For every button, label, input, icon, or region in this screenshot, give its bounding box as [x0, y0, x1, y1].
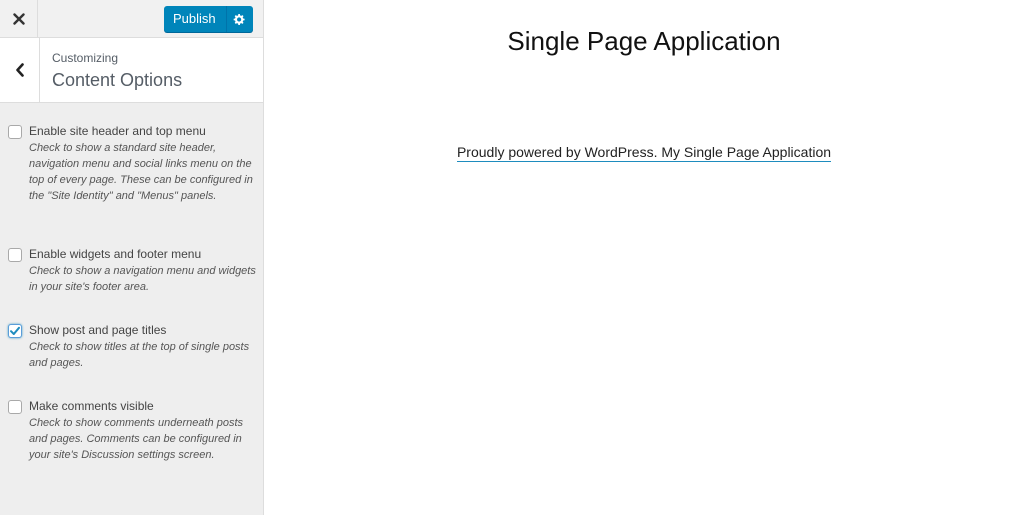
option-comments-visible: Make comments visible Check to show comm… [8, 399, 258, 463]
option-label[interactable]: Make comments visible [29, 399, 258, 414]
close-customizer-button[interactable] [0, 0, 38, 37]
section-header: Customizing Content Options [0, 38, 263, 103]
option-label[interactable]: Enable site header and top menu [29, 124, 258, 139]
option-widgets-footer: Enable widgets and footer menu Check to … [8, 247, 258, 295]
chevron-left-icon [15, 63, 24, 77]
option-description: Check to show a navigation menu and widg… [29, 265, 256, 293]
powered-by-link[interactable]: Proudly powered by WordPress. My Single … [456, 144, 832, 162]
comments-visible-checkbox[interactable] [8, 400, 22, 414]
option-site-header: Enable site header and top menu Check to… [8, 124, 258, 204]
checkmark-icon [10, 326, 20, 335]
customizer-sidebar: Publish Customizing Content Options Enab… [0, 0, 264, 515]
option-label[interactable]: Enable widgets and footer menu [29, 247, 258, 262]
publish-button[interactable]: Publish [164, 6, 227, 32]
option-description: Check to show a standard site header, na… [29, 142, 253, 202]
post-titles-checkbox[interactable] [8, 324, 22, 338]
option-description: Check to show titles at the top of singl… [29, 341, 250, 369]
site-preview: Single Page Application Proudly powered … [264, 0, 1024, 515]
option-label[interactable]: Show post and page titles [29, 323, 258, 338]
publish-settings-button[interactable] [227, 6, 253, 32]
gear-icon [233, 13, 245, 25]
back-button[interactable] [0, 38, 40, 102]
customizing-label: Customizing [52, 51, 119, 65]
customizer-topbar: Publish [0, 0, 263, 38]
site-title: Single Page Application [507, 26, 781, 56]
site-header-checkbox[interactable] [8, 125, 22, 139]
publish-button-group: Publish [164, 6, 253, 32]
option-post-titles: Show post and page titles Check to show … [8, 323, 258, 371]
section-title: Content Options [52, 70, 183, 90]
option-description: Check to show comments underneath posts … [29, 417, 244, 461]
site-footer: Proudly powered by WordPress. My Single … [264, 144, 1024, 162]
close-icon [12, 12, 25, 25]
widgets-footer-checkbox[interactable] [8, 248, 22, 262]
